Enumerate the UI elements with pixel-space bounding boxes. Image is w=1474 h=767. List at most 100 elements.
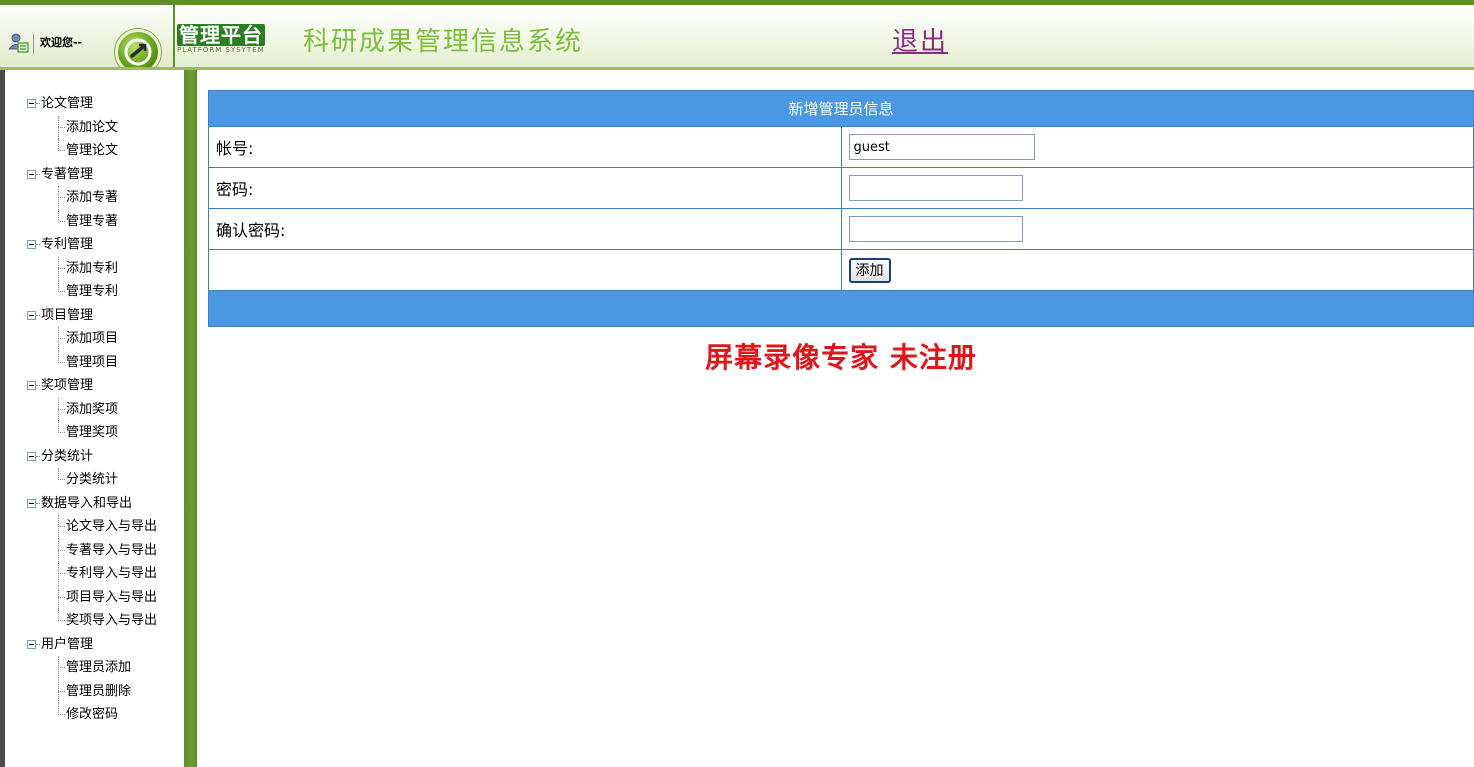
sidebar-group-header[interactable]: 分类统计 (5, 445, 185, 469)
sidebar-divider-bar (184, 70, 197, 767)
sidebar-item[interactable]: 管理项目 (5, 350, 185, 375)
user-icon (8, 33, 29, 53)
sidebar-item[interactable]: 管理奖项 (5, 421, 185, 445)
sidebar-item[interactable]: 论文导入与导出 (5, 515, 185, 539)
tree-connector (36, 455, 40, 457)
collapse-icon[interactable] (27, 639, 36, 649)
sidebar-item[interactable]: 专利导入与导出 (5, 562, 185, 586)
tree-connector (58, 620, 65, 621)
sidebar-item-label: 项目导入与导出 (66, 589, 158, 605)
submit-cell: 添加 (840, 249, 1474, 291)
tree-connector (58, 690, 65, 692)
sidebar-item[interactable]: 管理员删除 (5, 679, 185, 703)
tree-connector (36, 385, 40, 386)
sidebar-group: 项目管理添加项目管理项目 (5, 304, 185, 375)
sidebar-item-label: 添加专著 (66, 190, 119, 205)
sidebar-item[interactable]: 管理专利 (5, 280, 185, 304)
sidebar-item[interactable]: 专著导入与导出 (5, 538, 185, 562)
tree-connector (58, 408, 65, 410)
platform-subtitle: PLATFORM SYSYTEM (177, 46, 265, 54)
add-admin-form: 新增管理员信息 帐号: 密码: 确认密码: 添加 (208, 90, 1474, 327)
sidebar-item[interactable]: 添加论文 (5, 115, 185, 139)
tree-connector (58, 150, 65, 151)
sidebar-group: 奖项管理添加奖项管理奖项 (5, 374, 185, 445)
collapse-icon[interactable] (27, 381, 36, 390)
logout-link[interactable]: 退出 (892, 26, 948, 58)
sidebar-group-label: 奖项管理 (41, 378, 94, 393)
sidebar-item-label: 管理奖项 (66, 425, 119, 440)
sidebar-item-label: 添加奖项 (66, 401, 119, 417)
account-input[interactable] (848, 134, 1035, 160)
sidebar-item-label: 论文导入与导出 (66, 519, 158, 534)
tree-connector (36, 643, 40, 645)
tree-connector (58, 291, 65, 292)
platform-logo: 管理平台 PLATFORM SYSYTEM (177, 24, 279, 66)
sidebar-group: 用户管理 管理员添加 管理员删除修改密码 (5, 633, 185, 727)
sidebar-item[interactable]: 分类统计 (5, 468, 185, 492)
sidebar-group: 数据导入和导出论文导入与导出 专著导入与导出 专利导入与导出 项目导入与导出 奖项导入与… (5, 492, 185, 633)
sidebar-item-label: 管理专利 (66, 284, 119, 299)
collapse-icon[interactable] (27, 99, 36, 108)
sidebar-group: 分类统计 分类统计 (5, 445, 185, 492)
sidebar-item[interactable]: 添加专著 (5, 186, 185, 210)
account-cell (840, 126, 1474, 168)
tree-connector (36, 173, 40, 175)
sidebar-group-header[interactable]: 论文管理 (5, 92, 185, 116)
tree-connector (36, 314, 40, 316)
sidebar-group-label: 项目管理 (41, 307, 94, 323)
tree-connector (58, 432, 65, 433)
sidebar-item-label: 添加专利 (66, 260, 119, 276)
sidebar-item[interactable]: 管理论文 (5, 139, 185, 163)
empty-cell (208, 249, 842, 291)
sidebar-item[interactable]: 修改密码 (5, 703, 185, 727)
password-label: 密码: (208, 167, 842, 209)
sidebar-item-label: 专利导入与导出 (66, 566, 158, 581)
tree-connector (58, 714, 65, 715)
app-header: 欢迎您-- 管理平台 PLATFORM SYSYTEM 科研成果管理信息系统 退… (0, 0, 1474, 70)
welcome-text: 欢迎您-- (40, 36, 83, 49)
collapse-icon[interactable] (27, 310, 36, 320)
sidebar-group-header[interactable]: 用户管理 (5, 633, 185, 657)
sidebar-item-label: 添加项目 (66, 331, 119, 346)
platform-title-text: 管理平台 (177, 23, 265, 47)
sidebar-item[interactable]: 奖项导入与导出 (5, 609, 185, 633)
welcome-divider (33, 34, 34, 54)
collapse-icon[interactable] (27, 498, 36, 508)
sidebar-item-label: 管理项目 (66, 354, 119, 370)
sidebar-group-label: 论文管理 (41, 96, 94, 111)
sidebar-item-label: 专著导入与导出 (66, 542, 158, 558)
watermark-text: 屏幕录像专家 未注册 (705, 341, 977, 374)
sidebar-group-label: 分类统计 (41, 448, 94, 464)
form-footer (208, 290, 1474, 327)
sidebar-item[interactable]: 项目导入与导出 (5, 585, 185, 609)
sidebar-group-header[interactable]: 数据导入和导出 (5, 492, 185, 516)
sidebar-item-label: 修改密码 (66, 707, 119, 722)
sidebar-item-label: 奖项导入与导出 (66, 613, 158, 628)
sidebar-group-header[interactable]: 项目管理 (5, 304, 185, 328)
sidebar-group: 专著管理添加专著管理专著 (5, 163, 185, 234)
collapse-icon[interactable] (27, 169, 36, 179)
confirm-password-cell (840, 208, 1474, 250)
sidebar-group-header[interactable]: 专著管理 (5, 163, 185, 187)
tree-connector (58, 596, 65, 598)
add-button[interactable]: 添加 (848, 257, 891, 283)
collapse-icon[interactable] (27, 240, 36, 249)
sidebar-group-label: 专利管理 (41, 237, 94, 252)
collapse-icon[interactable] (27, 451, 36, 461)
password-input[interactable] (848, 175, 1023, 201)
sidebar-item[interactable]: 管理员添加 (5, 656, 185, 680)
sidebar-group-header[interactable]: 专利管理 (5, 233, 185, 257)
sidebar-item[interactable]: 添加项目 (5, 327, 185, 351)
tree-connector (36, 502, 40, 504)
confirm-password-input[interactable] (848, 216, 1023, 242)
tree-connector (58, 220, 65, 222)
sidebar-group-header[interactable]: 奖项管理 (5, 374, 185, 398)
sidebar-item-label: 分类统计 (66, 472, 119, 487)
sidebar-item-label: 管理论文 (66, 143, 119, 158)
sidebar-group: 专利管理添加专利管理专利 (5, 233, 185, 304)
logo-icon (115, 29, 161, 67)
sidebar-item[interactable]: 管理专著 (5, 209, 185, 234)
tree-connector (58, 573, 65, 574)
sidebar-item[interactable]: 添加奖项 (5, 397, 185, 421)
sidebar-item[interactable]: 添加专利 (5, 256, 185, 280)
